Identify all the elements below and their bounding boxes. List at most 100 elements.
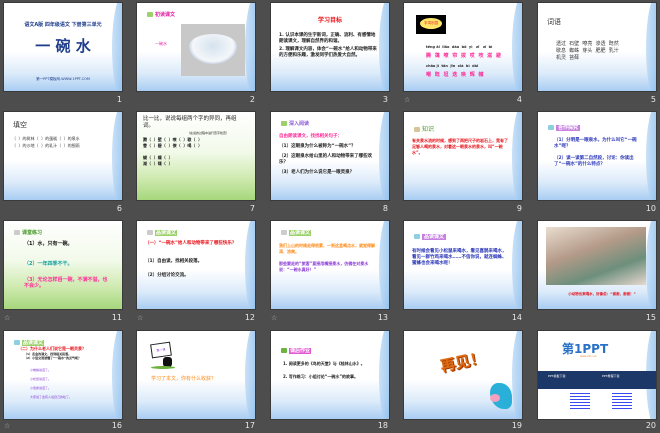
slide-body: 有关泉水流的时候，想到了两把尺子的岩石上，竟有了足够人喝的泉水，对着这一眼泉水的… (412, 138, 508, 155)
slide-number: 15 (645, 313, 656, 322)
question-2: （2）读一读第二自然段，讨论：你读出了“一碗水”的什么特点？ (554, 156, 634, 167)
section-icon (281, 348, 287, 353)
download-bar: PPT模板下载 PPT教程下载 (538, 371, 656, 389)
slide-thumbnail-12[interactable]: 品读课文 （一）“一碗水”给人和动物带来了哪些快乐？ （1）自由读，找相关段落。… (136, 220, 256, 310)
slide-number: 12 (244, 313, 255, 322)
slide-thumbnail-6[interactable]: 填空 （ ）的树林（ ）的蛋糕（ ）的泉水 （ ）的沙地（ ）的乳汁（ ）的细雨 (3, 111, 123, 201)
question-3: （3）老人们为什么说它是一眼灵泉？ (279, 170, 355, 175)
slide-thumbnail-20[interactable]: 第1PPT WWW.1PPT.COM PPT模板下载 PPT教程下载 (537, 330, 657, 420)
answer-3: （3）无论怎样舀一碗，不满不溢，也不会少。 (24, 277, 108, 289)
slide-thumbnail-2[interactable]: 初读课文 一碗水 (136, 2, 256, 92)
slide-thumbnail-18[interactable]: 课后作业 1. 阅读更多的《鸟的天堂》与《桂林山水》。 2. 写作练习：小组讨论… (270, 330, 390, 420)
prompt: 小松鼠说话了。 (30, 377, 52, 381)
paragraph-2: 那些要走的“旅客”直接用嘴接泉水，仿佛在对泉水说：“一碗水真好！” (279, 261, 369, 272)
slide-header: 品读课文 (414, 233, 447, 240)
section-icon (14, 340, 20, 345)
objective-2: 2. 理解课文内容，体会“一碗水”给人和动物带来的方便和乐趣，激发同学们热爱大自… (279, 47, 377, 58)
prompt: 大家说了会有人说自己的哈了。 (30, 395, 73, 399)
slide-thumbnail-14[interactable]: 品读课文 有时候会看见小松鼠来喝水，看见喜鹊来喝水，看见一群竹鸡来喝水……不信你… (403, 220, 523, 310)
slide-header: 品读课文 (14, 339, 45, 346)
slide-thumbnail-13[interactable]: 品读课文 我们上山的时候走得很累，一到这里喝点水，就觉得解渴、凉爽。 那些要走的… (270, 220, 390, 310)
slide-thumbnail-16[interactable]: 品读课文 （二）为什么老人们说它是一眼灵泉？ （1）走金的课文，找到相关段落。 … (3, 330, 123, 420)
slide-number: 7 (249, 204, 255, 213)
slide-subtitle: 语文A版 四年级语文 下册第三单元 (24, 22, 102, 28)
word-row: 机灵 苔藓 (556, 55, 580, 61)
section-icon (281, 230, 287, 235)
section-icon (414, 234, 420, 239)
section-icon (147, 12, 153, 17)
question-2: （2）这眼泉水给山里的人和动物带来了哪些欢乐？ (279, 154, 373, 165)
painting-image (546, 227, 646, 285)
slide-thumbnail-15[interactable]: 小动物也来喝水，好像说：“谢谢，谢谢！” (537, 220, 657, 310)
chars-row-2: 嘲 既 坦 迭 唤 辉 幢 (426, 72, 485, 78)
book-icon (414, 127, 420, 132)
slide-number: 10 (645, 204, 656, 213)
slide-number: 9 (516, 204, 522, 213)
slide-title: 词语 (547, 18, 561, 26)
slide-header: 课后作业 (281, 347, 312, 354)
slide-header: 合作探究 (548, 124, 581, 131)
blank-row: （ ）的沙地（ ）的乳汁（ ）的细雨 (12, 143, 80, 148)
blank-row: （ ）的树林（ ）的蛋糕（ ）的泉水 (12, 136, 80, 141)
flower-image (490, 394, 500, 402)
slide-caption: 小动物也来喝水，好像说：“谢谢，谢谢！” (568, 292, 636, 296)
slide-thumbnail-9[interactable]: 知识 有关泉水流的时候，想到了两把尺子的岩石上，竟有了足够人喝的泉水，对着这一眼… (403, 111, 523, 201)
slide-title: 再见！ (438, 348, 487, 376)
slide-thumbnail-17[interactable]: 第一课 学习了本文，你有什么收获？ (136, 330, 256, 420)
slide-number: 14 (511, 313, 522, 322)
question: （一）“一碗水”给人和动物带来了哪些快乐？ (145, 241, 237, 246)
slide-caption: 一碗水 (155, 41, 167, 46)
section-icon (14, 230, 20, 235)
slide-header: 品读课文 (147, 229, 178, 236)
slide-thumbnail-1[interactable]: 语文A版 四年级语文 下册第三单元 一 碗 水 第一PPT模板网-WWW.1PP… (3, 2, 123, 92)
slide-thumbnail-10[interactable]: 合作探究 （1）分明是一眼泉水，为什么叫它“一碗水”呢？ （2）读一读第二自然段… (537, 111, 657, 201)
slide-title: 学习目标 (317, 17, 342, 24)
slide-number: 5 (650, 95, 656, 104)
slide-title: 比一比，说说每组两个字的异同，再组词。 (143, 116, 237, 129)
slide-thumbnail-11[interactable]: 课堂练习 （1）水，只有一碗。 （2）一年四季不干。 （3）无论怎样舀一碗，不满… (3, 220, 123, 310)
chars-row-1: 腾 蔼 嘹 帘 拨 哎 吱 滋 避 (426, 53, 502, 59)
animation-star-icon[interactable]: ☆ (4, 314, 10, 322)
word-row: 透过 石壁 嘹亮 渗透 既然 (556, 41, 619, 47)
slide-header: 深入阅读 (281, 120, 309, 127)
answer-1: （1）水，只有一碗。 (24, 241, 73, 247)
slide-number: 17 (244, 421, 255, 430)
slide-thumbnail-19[interactable]: 再见！ (403, 330, 523, 420)
slide-number: 8 (382, 204, 388, 213)
sign-board: 第一课 (150, 341, 172, 359)
animation-star-icon[interactable]: ☆ (271, 314, 277, 322)
animation-star-icon[interactable]: ☆ (4, 422, 10, 430)
slide-thumbnail-4[interactable]: 字词乐园 téng ǎi liǎo dào bō yì zī zǐ bì 腾 蔼… (403, 2, 523, 92)
slide-header: 品读课文 (281, 229, 312, 236)
logo: 第1PPT (562, 342, 609, 356)
animation-star-icon[interactable]: ☆ (137, 314, 143, 322)
slide-thumbnail-3[interactable]: 学习目标 1. 认识本课的生字新词，正确、流利、有感情地朗读课文，理解自然界的和… (270, 2, 390, 92)
link-list[interactable] (570, 393, 590, 411)
homework-2: 2. 写作练习：小组讨论“一碗水”的故事。 (283, 374, 358, 379)
slide-thumbnail-5[interactable]: 词语 透过 石壁 嘹亮 渗透 既然 歇息 蜘蛛 芽头 肥肥 乳汁 机灵 苔藓 (537, 2, 657, 92)
slide-header: 课堂练习 (14, 229, 42, 236)
slide-number: 18 (377, 421, 388, 430)
slide-number: 1 (116, 95, 122, 104)
animation-star-icon[interactable]: ☆ (404, 96, 410, 104)
slide-number: 6 (116, 204, 122, 213)
link-list[interactable] (612, 393, 632, 411)
slide-number: 2 (249, 95, 255, 104)
compare-row: 湖（ ）喋（ ） (143, 161, 173, 166)
badge-image: 字词乐园 (416, 15, 446, 34)
slide-number: 19 (511, 421, 522, 430)
slide-footer: 第一PPT模板网-WWW.1PPT.COM (36, 77, 90, 81)
slide-thumbnail-8[interactable]: 深入阅读 自由朗读课文，找找相关句子： （1）这眼泉为什么被称为“一碗水”？ （… (270, 111, 390, 201)
compare-row: 誊（ ）碧（ ）僚（ ）喝（ ） (143, 143, 203, 148)
slide-number: 3 (382, 95, 388, 104)
slide-thumbnail-7[interactable]: 比一比，说说每组两个字的异同，再组词。 （在说的过程中进行查字检查） 腾（ ）壁… (136, 111, 256, 201)
slide-body: 有时候会看见小松鼠来喝水，看见喜鹊来喝水，看见一群竹鸡来喝水……不信你说，就连蜘… (412, 249, 507, 266)
word-row: 歇息 蜘蛛 芽头 肥肥 乳汁 (556, 48, 619, 54)
question-1: （1）分明是一眼泉水，为什么叫它“一碗水”呢？ (554, 138, 637, 149)
prompt: 小蜜蜂说话了。 (30, 386, 52, 390)
section-icon (147, 230, 153, 235)
slide-number: 11 (111, 313, 122, 322)
slide-title: 一 碗 水 (35, 37, 91, 55)
slide-body: 学习了本文，你有什么收获？ (151, 376, 217, 382)
prompt: 小蜘蛛说话了。 (30, 368, 52, 372)
